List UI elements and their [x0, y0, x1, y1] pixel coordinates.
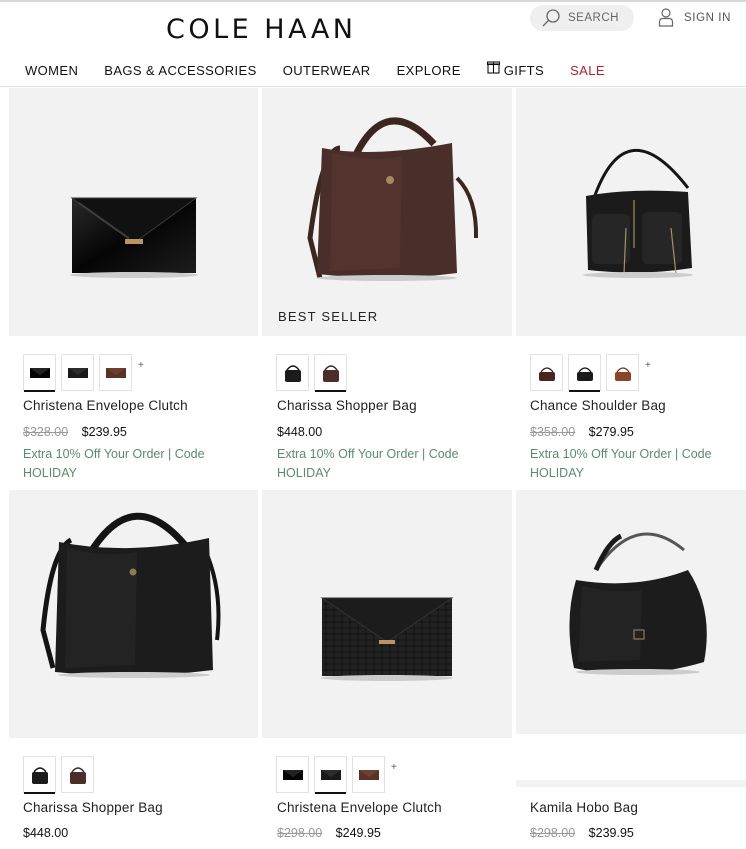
sale-price: $448.00	[277, 425, 323, 439]
product-price: $448.00	[23, 826, 68, 840]
swatch-list: +	[530, 354, 651, 392]
swatch-option[interactable]	[276, 354, 309, 391]
bag-image	[320, 597, 454, 681]
swatch-bag-icon	[284, 364, 301, 382]
swatch-list	[23, 756, 99, 794]
product-name[interactable]: Kamila Hobo Bag	[530, 800, 638, 815]
swatch-bag-icon	[614, 366, 631, 381]
sale-price: $239.95	[588, 826, 634, 840]
sale-price: $239.95	[81, 425, 127, 439]
swatch-option[interactable]	[61, 354, 94, 391]
product-price: $328.00 $239.95	[23, 425, 127, 439]
original-price: $298.00	[530, 826, 576, 840]
sign-in-link[interactable]: SIGN IN	[658, 8, 731, 27]
bag-image	[583, 148, 693, 278]
search-button[interactable]: SEARCH	[530, 5, 634, 31]
promo-text: Extra 10% Off Your Order | Code HOLIDAY	[277, 447, 459, 480]
top-border	[0, 0, 746, 2]
nav-item-women[interactable]: WOMEN	[25, 63, 78, 78]
sign-in-label: SIGN IN	[684, 11, 732, 24]
swatch-bag-icon	[67, 367, 88, 378]
product-price: $298.00 $239.95	[530, 826, 634, 840]
product-name[interactable]: Charissa Shopper Bag	[277, 398, 417, 413]
product-image[interactable]	[9, 88, 258, 336]
product-image[interactable]: BEST SELLER	[262, 88, 512, 336]
swatch-bag-icon	[69, 766, 86, 784]
product-price: $298.00 $249.95	[277, 826, 381, 840]
swatch-bag-icon	[282, 769, 303, 780]
swatch-bag-icon	[576, 366, 593, 381]
swatch-option[interactable]	[99, 354, 132, 391]
swatch-list	[276, 354, 352, 392]
product-price: $448.00	[277, 425, 322, 439]
nav-item-gifts-label: GIFTS	[503, 63, 545, 78]
swatch-bag-icon	[105, 367, 126, 378]
more-swatches[interactable]: +	[138, 360, 144, 371]
swatch-bag-icon	[322, 364, 339, 382]
promo-text: Extra 10% Off Your Order | Code HOLIDAY	[530, 447, 712, 480]
bag-image	[40, 512, 221, 678]
brand-logo[interactable]: COLE HAAN	[166, 14, 356, 45]
swatch-bag-icon	[358, 769, 379, 780]
original-price: $328.00	[23, 425, 69, 439]
swatch-list: +	[23, 354, 144, 392]
swatch-bag-icon	[31, 766, 48, 784]
swatch-option[interactable]	[23, 756, 56, 794]
nav-item-explore[interactable]: EXPLORE	[397, 63, 461, 78]
best-seller-badge: BEST SELLER	[278, 309, 379, 324]
sale-price: $448.00	[23, 826, 69, 840]
promo-text: Extra 10% Off Your Order | Code HOLIDAY	[23, 447, 205, 480]
swatch-option[interactable]	[61, 756, 94, 793]
more-swatches[interactable]: +	[645, 360, 651, 371]
original-price: $298.00	[277, 826, 323, 840]
image-strip	[516, 780, 746, 787]
product-image[interactable]	[516, 490, 746, 734]
product-name[interactable]: Charissa Shopper Bag	[23, 800, 163, 815]
swatch-option[interactable]	[314, 354, 347, 392]
bag-image	[569, 532, 707, 675]
product-name[interactable]: Christena Envelope Clutch	[23, 398, 188, 413]
swatch-option[interactable]	[314, 756, 347, 794]
swatch-option[interactable]	[606, 354, 639, 391]
nav-divider	[0, 86, 746, 87]
search-icon	[542, 9, 560, 27]
swatch-option[interactable]	[23, 354, 56, 392]
original-price: $358.00	[530, 425, 576, 439]
gift-icon	[486, 60, 500, 74]
swatch-list: +	[276, 756, 397, 794]
more-swatches[interactable]: +	[391, 762, 397, 773]
product-name[interactable]: Chance Shoulder Bag	[530, 398, 666, 413]
swatch-option[interactable]	[568, 354, 601, 392]
sale-price: $249.95	[335, 826, 381, 840]
product-image[interactable]	[516, 88, 746, 336]
bag-image	[70, 197, 198, 278]
product-price: $358.00 $279.95	[530, 425, 634, 439]
product-image[interactable]	[9, 490, 258, 738]
swatch-option[interactable]	[530, 354, 563, 391]
main-nav: WOMEN BAGS & ACCESSORIES OUTERWEAR EXPLO…	[25, 60, 631, 78]
swatch-option[interactable]	[276, 756, 309, 793]
product-image[interactable]	[262, 490, 512, 738]
sale-price: $279.95	[588, 425, 634, 439]
swatch-option[interactable]	[352, 756, 385, 793]
search-label: SEARCH	[568, 12, 619, 24]
nav-item-bags-accessories[interactable]: BAGS & ACCESSORIES	[104, 63, 256, 78]
swatch-bag-icon	[538, 366, 555, 381]
product-name[interactable]: Christena Envelope Clutch	[277, 800, 442, 815]
swatch-bag-icon	[29, 367, 50, 378]
bag-image	[307, 117, 479, 281]
nav-item-sale[interactable]: SALE	[570, 63, 605, 78]
user-icon	[658, 8, 674, 27]
nav-item-outerwear[interactable]: OUTERWEAR	[283, 63, 371, 78]
nav-item-gifts[interactable]: GIFTS	[486, 60, 545, 78]
swatch-bag-icon	[320, 769, 341, 780]
